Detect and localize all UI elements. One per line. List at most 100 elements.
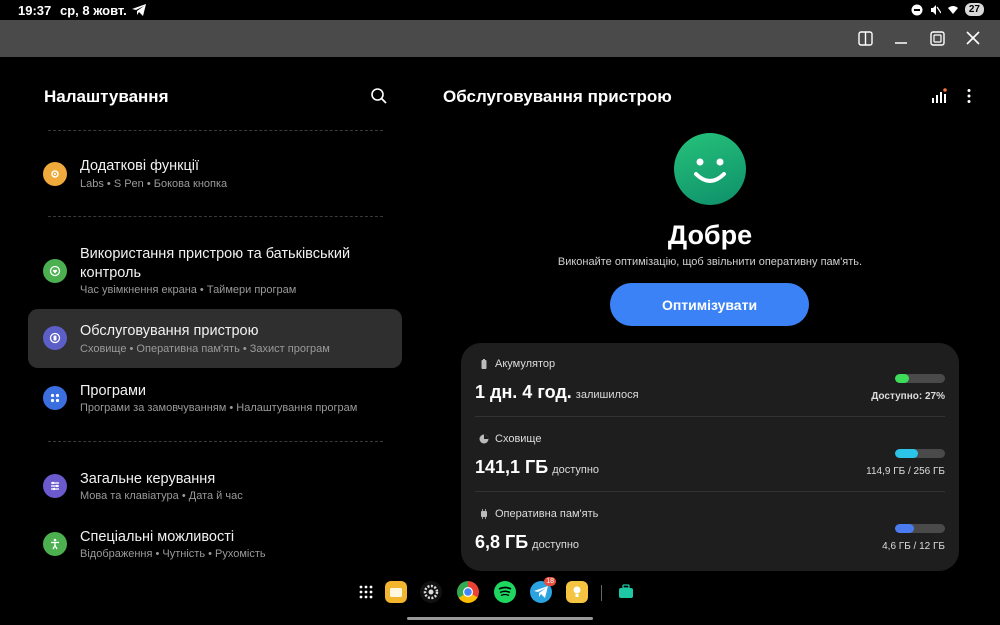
item-subtitle: Програми за замовчуванням • Налаштування… — [80, 402, 358, 414]
device-care-icon — [43, 326, 67, 350]
chrome-app[interactable] — [457, 581, 479, 603]
more-options-icon[interactable] — [965, 88, 973, 104]
metric-label: Сховище — [495, 433, 542, 445]
settings-title: Налаштування — [44, 87, 169, 106]
memory-chip-icon — [481, 509, 487, 519]
split-view-button[interactable] — [855, 28, 875, 48]
home-indicator[interactable] — [407, 617, 593, 620]
mute-icon — [930, 4, 941, 15]
metric-value-unit: доступно — [552, 464, 600, 476]
close-icon — [966, 31, 980, 45]
ram-bar-fill — [895, 524, 914, 533]
item-subtitle: Відображення • Чутність • Рухомість — [80, 548, 266, 560]
briefcase-icon — [619, 584, 633, 598]
metric-value-unit: залишилося — [575, 389, 639, 401]
status-time: 19:37 — [18, 3, 52, 18]
metric-value: 6,8 ГБ доступно — [475, 532, 579, 553]
item-subtitle: Мова та клавіатура • Дата й час — [80, 490, 243, 502]
app-drawer-button[interactable] — [355, 581, 377, 603]
recent-app-device-care[interactable] — [615, 581, 637, 603]
status-smiley-icon — [674, 133, 746, 205]
item-title: Використання пристрою та батьківський ко… — [80, 246, 351, 281]
maximize-icon — [929, 30, 945, 46]
taskbar-dock: 18 — [0, 575, 1000, 610]
status-bar: 19:37 ср, 8 жовт. 27 — [0, 0, 1000, 20]
apps-grid-icon — [43, 386, 67, 410]
settings-item-general-management[interactable]: Загальне керування Мова та клавіатура • … — [28, 462, 402, 510]
battery-icon — [481, 359, 487, 369]
spotify-icon — [498, 586, 512, 597]
item-title: Програми — [80, 383, 147, 399]
device-care-title: Обслуговування пристрою — [443, 87, 672, 106]
dock-separator — [601, 585, 602, 601]
settings-item-apps[interactable]: Програми Програми за замовчуванням • Нал… — [28, 372, 402, 422]
lightbulb-icon — [573, 586, 581, 597]
metric-value: 141,1 ГБ доступно — [475, 457, 599, 478]
metric-storage[interactable]: Сховище 141,1 ГБ доступно 114,9 ГБ / 256 … — [475, 432, 945, 492]
item-title: Обслуговування пристрою — [80, 323, 259, 339]
battery-bar — [895, 374, 945, 383]
telegram-icon — [534, 586, 548, 598]
settings-item-advanced-features[interactable]: Додаткові функції Labs • S Pen • Бокова … — [28, 150, 402, 198]
section-divider — [48, 216, 383, 217]
settings-item-digital-wellbeing[interactable]: Використання пристрою та батьківський ко… — [28, 238, 402, 302]
ram-bar — [895, 524, 945, 533]
chrome-icon — [463, 587, 473, 597]
item-subtitle: Labs • S Pen • Бокова кнопка — [80, 178, 228, 190]
dnd-icon — [911, 4, 923, 15]
section-divider — [48, 441, 383, 442]
metric-right-text: 4,6 ГБ / 12 ГБ — [882, 541, 945, 552]
close-button[interactable] — [963, 28, 983, 48]
settings-item-device-care[interactable]: Обслуговування пристрою Сховище • Операт… — [28, 309, 402, 368]
settings-item-accessibility[interactable]: Спеціальні можливості Відображення • Чут… — [28, 520, 402, 570]
metric-value-unit: доступно — [532, 539, 580, 551]
spotify-app[interactable] — [494, 581, 516, 603]
battery-bar-fill — [895, 374, 909, 383]
advanced-features-icon — [43, 162, 67, 186]
storage-bar-fill — [895, 449, 918, 458]
item-subtitle: Сховище • Оперативна пам'ять • Захист пр… — [80, 343, 330, 355]
accessibility-icon — [43, 532, 67, 556]
folder-icon — [390, 588, 402, 597]
item-title: Додаткові функції — [80, 158, 200, 174]
minimize-button[interactable] — [891, 28, 911, 48]
metrics-card: Акумулятор 1 дн. 4 год. залишилося Доступ… — [461, 343, 959, 571]
metric-value: 1 дн. 4 год. залишилося — [475, 382, 639, 403]
item-title: Спеціальні можливості — [80, 529, 235, 545]
metric-separator — [475, 416, 945, 417]
settings-app[interactable] — [420, 581, 442, 603]
report-chart-icon[interactable] — [931, 88, 947, 104]
metric-ram[interactable]: Оперативна пам'ять 6,8 ГБ доступно 4,6 ГБ… — [475, 507, 945, 567]
metric-value-number: 141,1 ГБ — [475, 457, 549, 477]
my-files-app[interactable] — [385, 581, 407, 603]
apps-grid-icon — [359, 585, 373, 599]
window-title-bar — [0, 20, 1000, 57]
metric-value-number: 1 дн. 4 год. — [475, 382, 572, 402]
storage-bar — [895, 449, 945, 458]
status-word: Добре — [667, 220, 753, 250]
search-icon[interactable] — [370, 87, 388, 105]
telegram-app[interactable]: 18 — [530, 577, 556, 603]
telegram-notification-icon — [132, 4, 146, 16]
metric-separator — [475, 491, 945, 492]
battery-indicator: 27 — [964, 3, 984, 16]
metric-value-number: 6,8 ГБ — [475, 532, 529, 552]
wifi-icon — [947, 5, 958, 14]
minimize-icon — [895, 42, 907, 44]
status-date: ср, 8 жовт. — [60, 3, 127, 18]
optimize-button[interactable]: Оптимізувати — [610, 283, 809, 326]
sliders-icon — [43, 474, 67, 498]
maximize-button[interactable] — [927, 28, 947, 48]
section-divider — [48, 130, 383, 131]
keep-notes-app[interactable] — [566, 581, 588, 603]
status-description: Виконайте оптимізацію, щоб звільнити опе… — [557, 256, 863, 268]
metric-label: Акумулятор — [495, 358, 556, 370]
item-subtitle: Час увімкнення екрана • Таймери програм — [80, 284, 297, 296]
wellbeing-icon — [43, 259, 67, 283]
split-view-icon — [857, 30, 873, 46]
metric-battery[interactable]: Акумулятор 1 дн. 4 год. залишилося Доступ… — [475, 357, 945, 417]
metric-right-text: Доступно: 27% — [871, 391, 945, 402]
metric-label: Оперативна пам'ять — [495, 508, 599, 520]
telegram-badge: 18 — [544, 577, 556, 586]
status-icons: 27 — [911, 3, 984, 16]
